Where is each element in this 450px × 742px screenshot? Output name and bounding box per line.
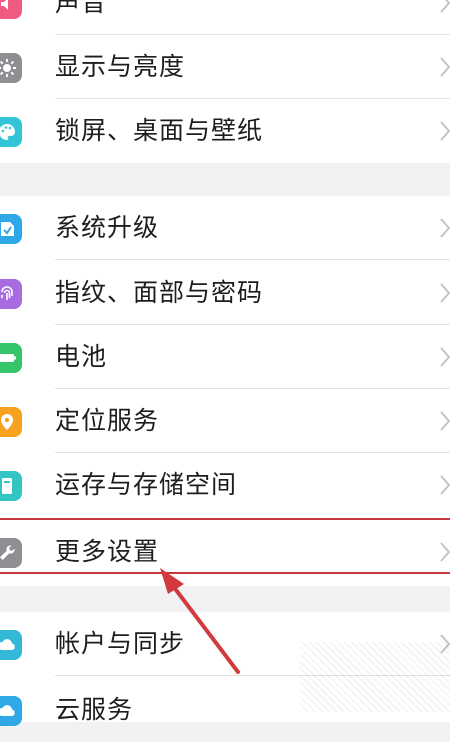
settings-group-system: 系统升级 指纹、面部与密码 电池 定位服务 运存与存储空间 更多设置 xyxy=(0,196,450,586)
storage-icon xyxy=(0,471,22,501)
chevron-right-icon xyxy=(440,475,450,495)
settings-item-display-brightness[interactable]: 显示与亮度 xyxy=(0,35,450,99)
settings-item-label: 更多设置 xyxy=(55,537,160,566)
row-divider xyxy=(55,259,450,260)
settings-item-lockscreen-wallpaper[interactable]: 锁屏、桌面与壁纸 xyxy=(0,99,450,163)
sound-icon xyxy=(0,0,22,19)
fingerprint-icon xyxy=(0,279,22,309)
chevron-right-icon xyxy=(440,121,450,141)
chevron-right-icon xyxy=(440,0,450,13)
settings-item-label: 帐户与同步 xyxy=(55,629,186,658)
settings-item-sound[interactable]: 声音 xyxy=(0,0,450,35)
settings-group-display: 声音 显示与亮度 锁屏、桌面与壁纸 xyxy=(0,0,450,163)
highlight-box-top-line xyxy=(0,518,450,520)
settings-item-label: 系统升级 xyxy=(55,213,160,242)
settings-item-location-services[interactable]: 定位服务 xyxy=(0,389,450,453)
settings-item-label: 定位服务 xyxy=(55,406,160,435)
chevron-right-icon xyxy=(440,411,450,431)
palette-icon xyxy=(0,117,22,147)
settings-item-ram-storage[interactable]: 运存与存储空间 xyxy=(0,453,450,517)
chevron-right-icon xyxy=(440,347,450,367)
settings-item-system-update[interactable]: 系统升级 xyxy=(0,196,450,260)
cloud-service-icon xyxy=(0,696,22,726)
chevron-right-icon xyxy=(440,57,450,77)
battery-icon xyxy=(0,343,22,373)
chevron-right-icon xyxy=(440,542,450,562)
highlight-box-bottom-line xyxy=(0,572,450,574)
location-icon xyxy=(0,407,22,437)
settings-item-fingerprint-face-password[interactable]: 指纹、面部与密码 xyxy=(0,261,450,325)
settings-item-label: 运存与存储空间 xyxy=(55,470,238,499)
settings-item-more-settings[interactable]: 更多设置 xyxy=(0,520,450,584)
settings-item-label: 声音 xyxy=(55,0,108,17)
wrench-icon xyxy=(0,538,22,568)
settings-item-battery[interactable]: 电池 xyxy=(0,325,450,389)
watermark xyxy=(300,642,450,712)
settings-item-label: 电池 xyxy=(55,342,108,371)
settings-item-label: 云服务 xyxy=(55,695,134,724)
system-update-icon xyxy=(0,214,22,244)
chevron-right-icon xyxy=(440,283,450,303)
settings-item-label: 指纹、面部与密码 xyxy=(55,278,264,307)
brightness-icon xyxy=(0,53,22,83)
cloud-sync-icon xyxy=(0,630,22,660)
chevron-right-icon xyxy=(440,218,450,238)
settings-item-label: 显示与亮度 xyxy=(55,52,186,81)
settings-item-label: 锁屏、桌面与壁纸 xyxy=(55,116,264,145)
